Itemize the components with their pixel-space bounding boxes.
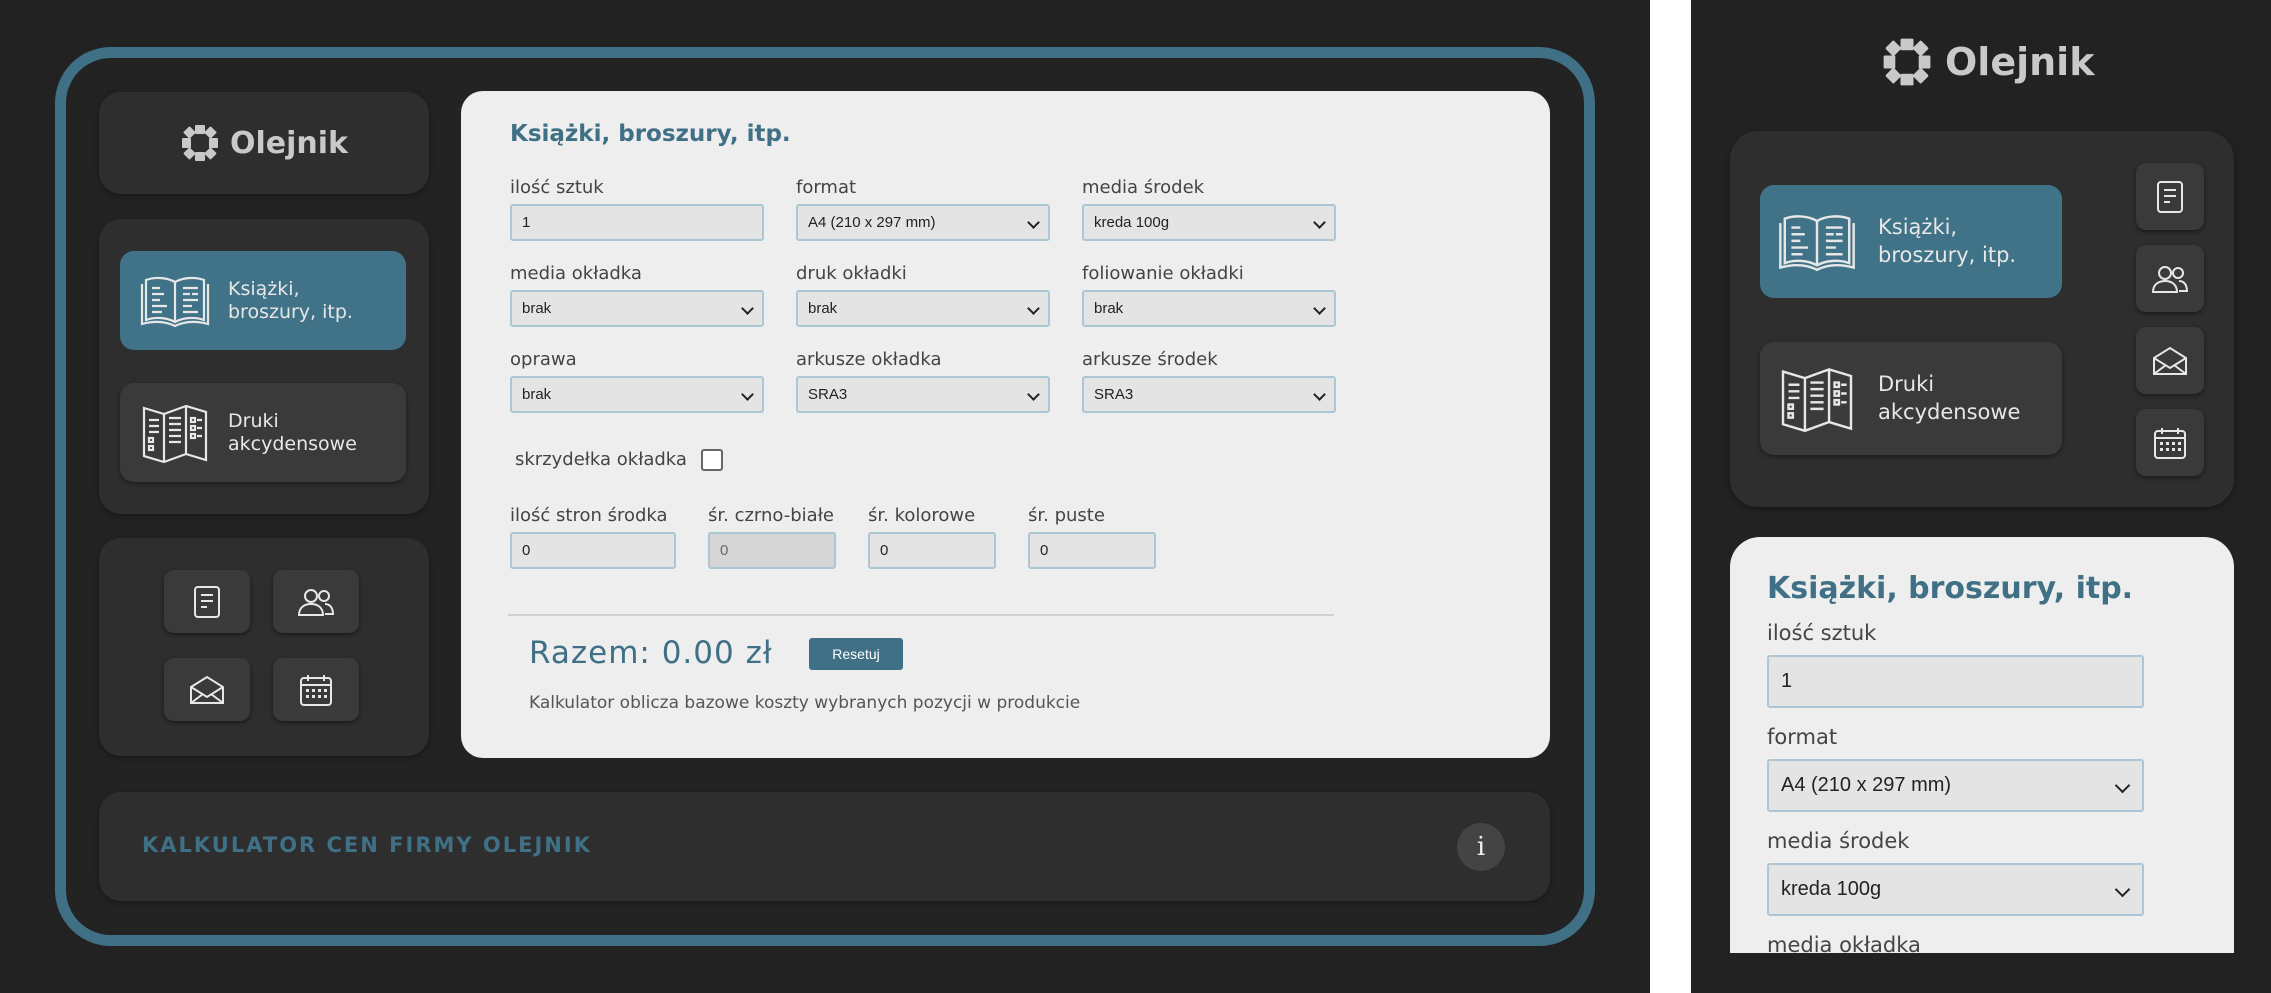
calculator-card: Książki, broszury, itp. ilość sztuk 1 fo… (461, 91, 1550, 758)
calculator-note: Kalkulator oblicza bazowe koszty wybrany… (529, 693, 1081, 713)
book-icon (140, 276, 210, 327)
color-pages-label: śr. kolorowe (868, 505, 976, 526)
cover-media-select[interactable]: brak (510, 290, 764, 327)
blank-pages-input[interactable]: 0 (1028, 532, 1156, 569)
mobile-calculator-card: Książki, broszury, itp. ilość sztuk 1 fo… (1730, 537, 2234, 953)
nav-item-prints-label: Druki akcydensowe (1878, 372, 2021, 424)
info-icon: i (1476, 832, 1486, 862)
cover-media-label: media okładka (510, 263, 642, 284)
inner-media-select[interactable]: kreda 100g (1082, 204, 1336, 241)
format-label: format (796, 177, 857, 198)
tool-calendar[interactable] (2136, 409, 2204, 476)
inner-sheets-select[interactable]: SRA3 (1082, 376, 1336, 413)
tool-calendar[interactable] (273, 658, 359, 721)
desktop-view: Olejnik Książki, broszury, itp. Druki ak… (0, 0, 1650, 993)
calendar-icon (300, 674, 332, 706)
page-count-input[interactable]: 0 (510, 532, 676, 569)
flaps-checkbox[interactable] (701, 449, 723, 471)
quantity-input[interactable]: 1 (1767, 655, 2144, 708)
tool-users[interactable] (273, 570, 359, 633)
cover-foil-select[interactable]: brak (1082, 290, 1336, 327)
brand-name: Olejnik (229, 125, 348, 161)
blank-pages-label: śr. puste (1028, 505, 1105, 526)
bw-pages-input: 0 (708, 532, 836, 569)
nav-item-prints[interactable]: Druki akcydensowe (120, 383, 406, 482)
page-title: Książki, broszury, itp. (510, 121, 791, 147)
tool-document[interactable] (164, 570, 250, 633)
inner-sheets-label: arkusze środek (1082, 349, 1218, 370)
book-icon (1779, 214, 1855, 271)
bw-pages-label: śr. czrno-białe (708, 505, 834, 526)
nav-item-prints-label: Druki akcydensowe (228, 409, 357, 455)
info-button[interactable]: i (1457, 823, 1505, 871)
logo-icon (181, 125, 218, 161)
cover-media-label: media okładka (1767, 933, 1921, 953)
format-label: format (1767, 725, 1838, 749)
quantity-input[interactable]: 1 (510, 204, 764, 241)
tool-document[interactable] (2136, 163, 2204, 230)
document-icon (2157, 180, 2183, 213)
inner-media-label: media środek (1767, 829, 1910, 853)
cover-sheets-label: arkusze okładka (796, 349, 942, 370)
nav-item-books[interactable]: Książki, broszury, itp. (120, 251, 406, 350)
logo-icon (1883, 38, 1931, 86)
users-icon (297, 588, 335, 616)
page-count-label: ilość stron środka (510, 505, 668, 526)
logo-box: Olejnik (99, 92, 429, 194)
inner-media-label: media środek (1082, 177, 1205, 198)
nav-item-prints[interactable]: Druki akcydensowe (1760, 342, 2062, 455)
format-select[interactable]: A4 (210 x 297 mm) (1767, 759, 2144, 812)
tool-users[interactable] (2136, 245, 2204, 312)
envelope-icon (190, 675, 224, 704)
format-select[interactable]: A4 (210 x 297 mm) (796, 204, 1050, 241)
quantity-label: ilość sztuk (510, 177, 604, 198)
nav-item-books[interactable]: Książki, broszury, itp. (1760, 185, 2062, 298)
tool-mail[interactable] (2136, 327, 2204, 394)
footer-bar: KALKULATOR CEN FIRMY OLEJNIK i (99, 792, 1550, 901)
mobile-view: Olejnik Książki, broszury, itp. Druki ak… (1691, 0, 2271, 993)
brochure-icon (142, 404, 208, 463)
page-title: Książki, broszury, itp. (1767, 571, 2134, 606)
color-pages-input[interactable]: 0 (868, 532, 996, 569)
cover-print-label: druk okładki (796, 263, 907, 284)
calendar-icon (2154, 427, 2186, 459)
inner-media-select[interactable]: kreda 100g (1767, 863, 2144, 916)
cover-sheets-select[interactable]: SRA3 (796, 376, 1050, 413)
mobile-logo: Olejnik (1881, 36, 2094, 88)
footer-title: KALKULATOR CEN FIRMY OLEJNIK (142, 833, 592, 857)
nav-item-books-label: Książki, broszury, itp. (1878, 215, 2017, 267)
envelope-icon (2153, 346, 2187, 375)
brochure-icon (1781, 367, 1853, 432)
mobile-nav-box: Książki, broszury, itp. Druki akcydensow… (1730, 131, 2234, 507)
nav-item-books-label: Książki, broszury, itp. (228, 277, 353, 323)
document-icon (194, 585, 220, 618)
tools-box (99, 538, 429, 756)
binding-select[interactable]: brak (510, 376, 764, 413)
nav-box: Książki, broszury, itp. Druki akcydensow… (99, 219, 429, 514)
brand-name: Olejnik (1945, 40, 2095, 84)
users-icon (2151, 265, 2189, 293)
binding-label: oprawa (510, 349, 577, 370)
flaps-label: skrzydełka okładka (515, 449, 687, 470)
summary-divider (508, 614, 1334, 616)
reset-button[interactable]: Resetuj (809, 638, 903, 670)
tool-mail[interactable] (164, 658, 250, 721)
total-price: Razem: 0.00 zł (529, 635, 773, 671)
cover-foil-label: foliowanie okładki (1082, 263, 1244, 284)
cover-print-select[interactable]: brak (796, 290, 1050, 327)
quantity-label: ilość sztuk (1767, 621, 1877, 645)
